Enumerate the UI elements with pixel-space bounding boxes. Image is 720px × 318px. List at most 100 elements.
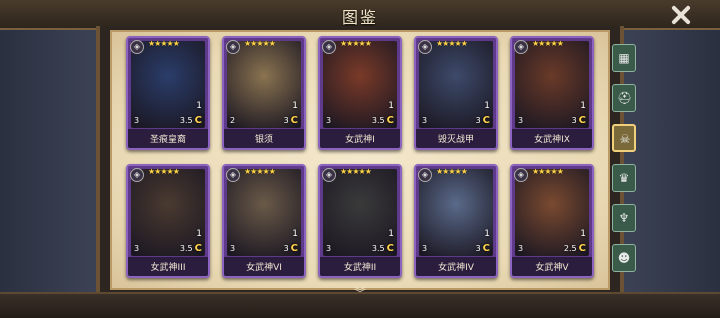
hero-name: 女武神VI (246, 263, 282, 273)
cost-icon: C (386, 115, 394, 126)
cost-number: 3 (475, 116, 481, 125)
hero-card[interactable]: ◈ ★★★★★ 1 3 2.5 C 女武神V (510, 164, 594, 278)
cost-number: 2.5 (563, 244, 577, 253)
rank-icon: ◈ (130, 168, 144, 182)
crown-icon: ♛ (618, 171, 630, 185)
cost-value: 3.5 C (372, 115, 394, 126)
cost-value: 2.5 C (564, 243, 586, 254)
demon-icon: ♆ (618, 211, 630, 225)
hero-level: 1 (292, 229, 298, 239)
rank-icon: ◈ (418, 40, 432, 54)
rank-icon: ◈ (322, 168, 336, 182)
cost-value: 3C (476, 243, 490, 254)
cost-number: 3 (283, 244, 289, 253)
hero-level: 1 (484, 229, 490, 239)
star-rating: ★★★★★ (244, 167, 276, 176)
grid-icon: ▦ (618, 51, 630, 65)
rank-icon: ◈ (322, 40, 336, 54)
category-tab[interactable]: ♆ (612, 204, 636, 232)
star-rating: ★★★★★ (532, 167, 564, 176)
rank-icon: ◈ (130, 40, 144, 54)
cost-number: 3 (571, 116, 577, 125)
hero-level: 1 (196, 229, 202, 239)
cost-icon: C (578, 115, 586, 126)
rank-icon: ◈ (514, 168, 528, 182)
hero-card[interactable]: ◈ ★★★★★ 1 3 3.5 C 女武神II (318, 164, 402, 278)
attack-stat: 3 (134, 244, 140, 253)
star-rating: ★★★★★ (340, 39, 372, 48)
category-tab[interactable]: ☻ (612, 244, 636, 272)
skull-icon: ☠ (619, 132, 631, 146)
hero-card[interactable]: ◈ ★★★★★ 1 3 3 C 女武神IX (510, 36, 594, 150)
cost-icon: C (290, 115, 298, 126)
rank-icon: ◈ (226, 40, 240, 54)
star-rating: ★★★★★ (436, 39, 468, 48)
cost-icon: C (482, 243, 490, 254)
cost-value: 3C (284, 243, 298, 254)
cost-number: 3.5 (179, 244, 193, 253)
rank-icon: ◈ (514, 40, 528, 54)
attack-stat: 3 (134, 116, 140, 125)
hero-name: 女武神IV (438, 263, 474, 273)
attack-stat: 3 (326, 244, 332, 253)
cost-value: 3C (284, 115, 298, 126)
hero-card[interactable]: ◈ ★★★★★ 1 3 3.5 C 圣痕皇裔 (126, 36, 210, 150)
cost-number: 3.5 (371, 244, 385, 253)
rank-icon: ◈ (226, 168, 240, 182)
attack-stat: 3 (326, 116, 332, 125)
attack-stat: 2 (230, 116, 236, 125)
star-rating: ★★★★★ (148, 167, 180, 176)
cost-value: 3C (572, 115, 586, 126)
hero-card[interactable]: ◈ ★★★★★ 1 3 3 C 毁灭战甲 (414, 36, 498, 150)
hero-name: 毁灭战甲 (437, 135, 474, 145)
hero-card[interactable]: ◈ ★★★★★ 1 3 3 C 女武神IV (414, 164, 498, 278)
category-tab[interactable]: ☠ (612, 124, 636, 152)
cost-icon: C (194, 243, 202, 254)
hero-level: 1 (388, 229, 394, 239)
hero-name: 女武神III (150, 263, 186, 273)
hero-level: 1 (580, 101, 586, 111)
cost-number: 3 (475, 244, 481, 253)
attack-stat: 3 (422, 116, 428, 125)
hero-name: 女武神IX (534, 135, 570, 145)
hero-level: 1 (292, 101, 298, 111)
hero-name: 女武神V (535, 263, 569, 273)
hero-card[interactable]: ◈ ★★★★★ 1 3 3 C 女武神VI (222, 164, 306, 278)
attack-stat: 3 (230, 244, 236, 253)
cost-number: 3.5 (371, 116, 385, 125)
close-button[interactable] (668, 2, 694, 28)
helmet-icon: ⛑ (617, 91, 633, 105)
rank-icon: ◈ (418, 168, 432, 182)
hero-card[interactable]: ◈ ★★★★★ 1 2 3 C 银须 (222, 36, 306, 150)
star-rating: ★★★★★ (532, 39, 564, 48)
codex-screen: { "header": { "title": "图鉴" }, "cards_ro… (0, 0, 720, 318)
attack-stat: 3 (518, 244, 524, 253)
category-tab[interactable]: ♛ (612, 164, 636, 192)
cost-number: 3.5 (179, 116, 193, 125)
category-tab[interactable]: ⛑ (612, 84, 636, 112)
cost-icon: C (482, 115, 490, 126)
category-tab[interactable]: ▦ (612, 44, 636, 72)
cost-value: 3.5 C (180, 243, 202, 254)
cost-icon: C (386, 243, 394, 254)
cost-value: 3C (476, 115, 490, 126)
scroll-down-icon[interactable]: ︾ (352, 284, 368, 300)
star-rating: ★★★★★ (340, 167, 372, 176)
hero-level: 1 (388, 101, 394, 111)
page-title: 图鉴 (341, 8, 378, 27)
cost-icon: C (194, 115, 202, 126)
star-rating: ★★★★★ (244, 39, 276, 48)
hero-card[interactable]: ◈ ★★★★★ 1 3 3.5 C 女武神I (318, 36, 402, 150)
cost-number: 3 (283, 116, 289, 125)
hero-name: 女武神II (343, 263, 377, 273)
cost-value: 3.5 C (372, 243, 394, 254)
hero-name: 圣痕皇裔 (149, 135, 186, 145)
attack-stat: 3 (518, 116, 524, 125)
attack-stat: 3 (422, 244, 428, 253)
hero-name: 银须 (254, 135, 273, 145)
hero-level: 1 (484, 101, 490, 111)
hero-card[interactable]: ◈ ★★★★★ 1 3 3.5 C 女武神III (126, 164, 210, 278)
hero-level: 1 (580, 229, 586, 239)
cost-icon: C (290, 243, 298, 254)
hero-level: 1 (196, 101, 202, 111)
